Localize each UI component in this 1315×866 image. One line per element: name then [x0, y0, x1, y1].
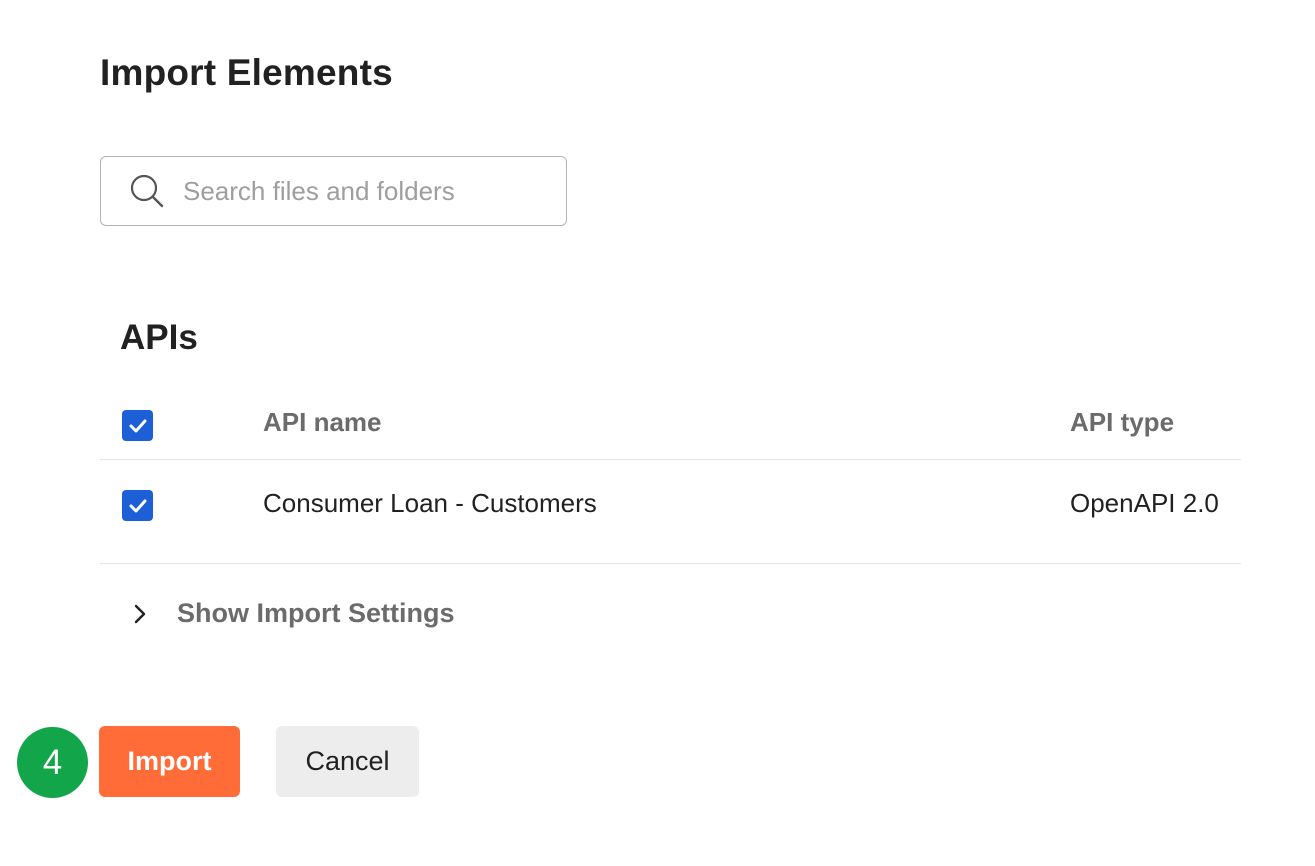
show-import-settings-toggle[interactable]: Show Import Settings: [128, 598, 455, 629]
show-import-settings-label: Show Import Settings: [177, 598, 455, 628]
column-header-api-type[interactable]: API type: [1070, 407, 1174, 438]
chevron-right-icon: [128, 602, 152, 626]
table-row[interactable]: Consumer Loan - Customers OpenAPI 2.0: [100, 460, 1241, 564]
search-icon: [129, 173, 165, 209]
api-name-cell: Consumer Loan - Customers: [263, 488, 597, 518]
import-button[interactable]: Import: [99, 726, 240, 797]
api-type-cell: OpenAPI 2.0: [1070, 488, 1219, 518]
cancel-button[interactable]: Cancel: [276, 726, 419, 797]
apis-table: API name API type Consumer Loan - Custom…: [100, 390, 1241, 564]
row-checkbox[interactable]: [122, 490, 153, 521]
checkmark-icon: [129, 419, 146, 432]
step-number-badge: 4: [17, 727, 88, 798]
search-box[interactable]: [100, 156, 567, 226]
checkmark-icon: [129, 499, 146, 512]
search-input[interactable]: [183, 175, 543, 207]
apis-section-title: APIs: [120, 318, 198, 357]
column-header-api-name[interactable]: API name: [263, 407, 382, 438]
select-all-checkbox[interactable]: [122, 410, 153, 441]
table-header: API name API type: [100, 390, 1241, 460]
page-title: Import Elements: [100, 52, 393, 93]
